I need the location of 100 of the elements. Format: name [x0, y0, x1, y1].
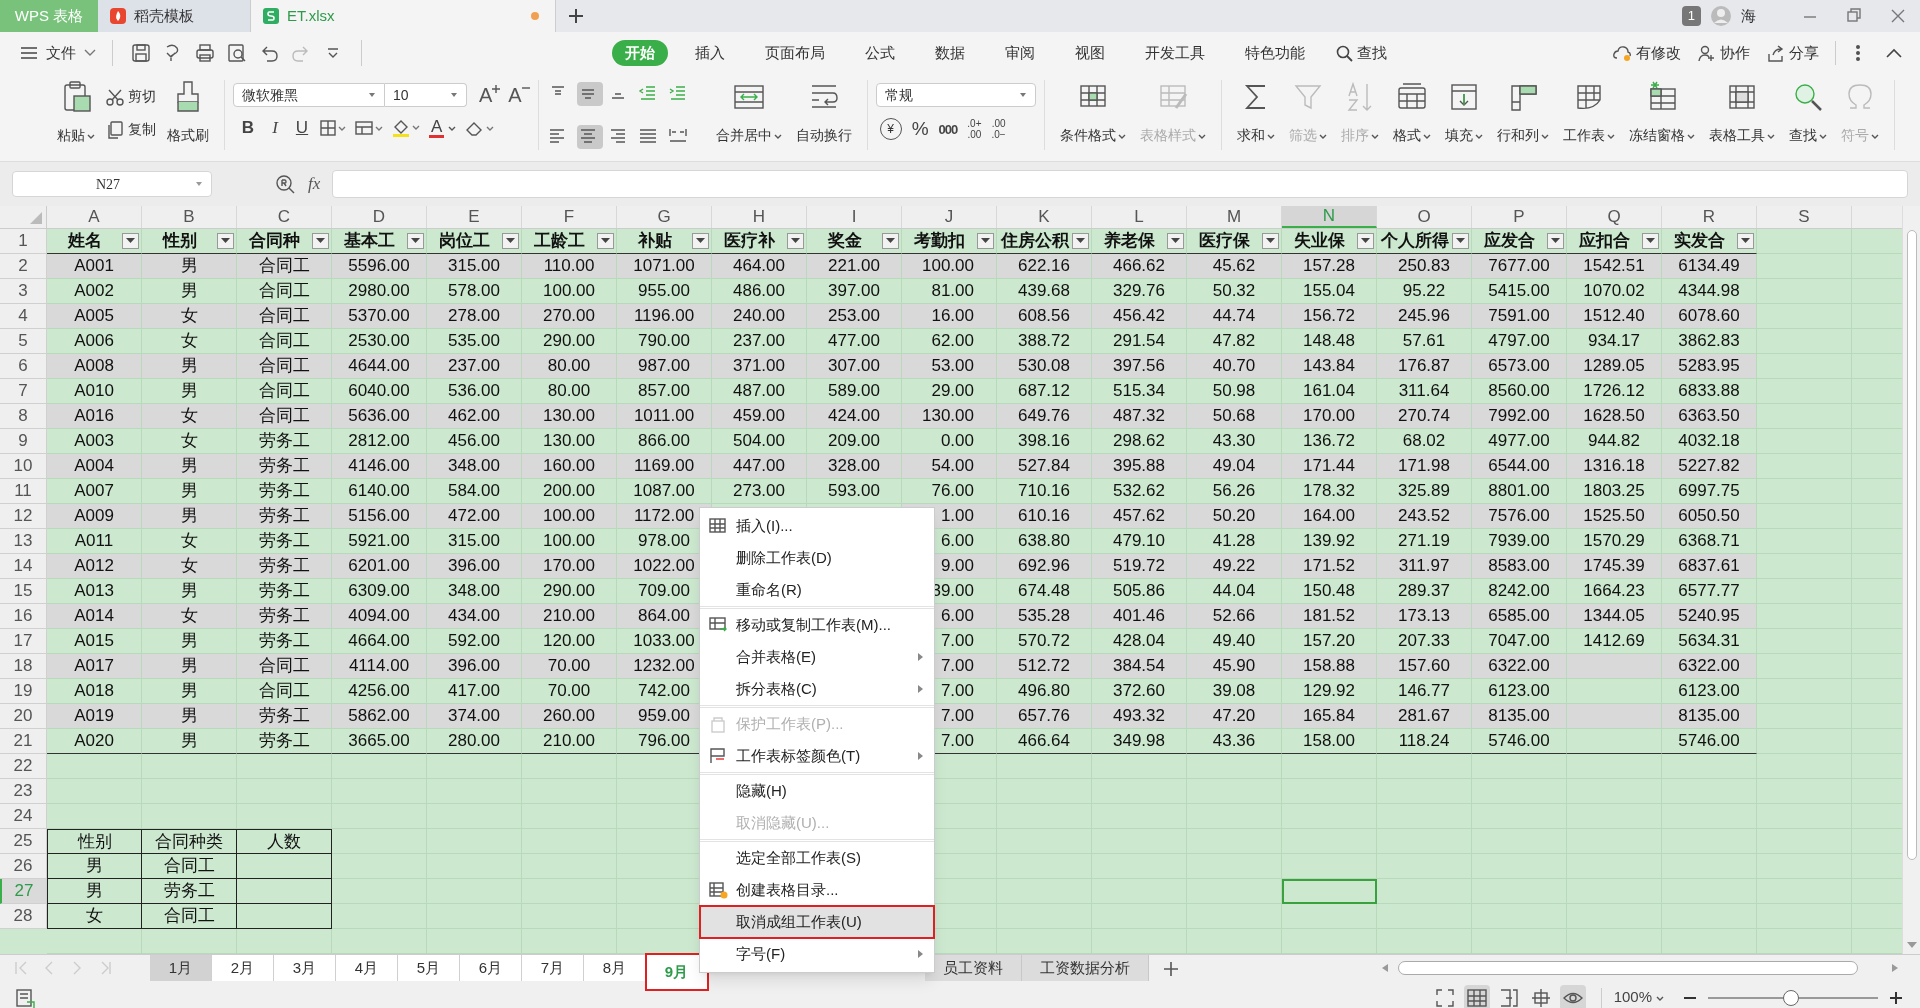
column-header[interactable]: D: [332, 206, 427, 228]
ribbon-tab[interactable]: 特色功能: [1232, 39, 1318, 67]
column-header[interactable]: G: [617, 206, 712, 228]
formula-input[interactable]: [332, 170, 1908, 198]
filter-dropdown-button[interactable]: [1642, 233, 1659, 249]
filter-dropdown-button[interactable]: [217, 233, 234, 249]
sheet-tab[interactable]: 1月: [150, 955, 212, 981]
format-painter-button[interactable]: 格式刷: [160, 80, 216, 146]
normal-view-icon[interactable]: [1463, 984, 1490, 1008]
sheet-tab[interactable]: 员工资料: [925, 955, 1022, 981]
conditional-format-button[interactable]: 条件格式: [1052, 80, 1133, 146]
ribbon-tab[interactable]: 数据: [922, 39, 978, 67]
filter-dropdown-button[interactable]: [502, 233, 519, 249]
freeze-panes-button[interactable]: 冻结窗格: [1621, 80, 1702, 146]
zoom-level-button[interactable]: 100%: [1613, 986, 1664, 1008]
font-size-field[interactable]: 10: [385, 83, 467, 107]
row-header[interactable]: 22: [0, 754, 47, 779]
font-color-button[interactable]: A: [429, 117, 457, 138]
row-header[interactable]: 8: [0, 404, 47, 429]
row-header[interactable]: 13: [0, 529, 47, 554]
filter-dropdown-button[interactable]: [1357, 233, 1374, 249]
rows-columns-button[interactable]: 行和列: [1489, 80, 1556, 146]
bold-button[interactable]: B: [239, 115, 257, 141]
row-header[interactable]: 10: [0, 454, 47, 479]
row-header[interactable]: 12: [0, 504, 47, 529]
sheet-tab[interactable]: 3月: [274, 955, 336, 981]
align-center-icon[interactable]: [576, 124, 603, 149]
row-header[interactable]: 3: [0, 279, 47, 304]
row-header[interactable]: 26: [0, 854, 47, 879]
sheet-tab[interactable]: 8月: [584, 955, 646, 981]
row-header[interactable]: 11: [0, 479, 47, 504]
print-preview-icon[interactable]: [227, 43, 247, 63]
share-button[interactable]: 分享: [1766, 41, 1819, 65]
sheet-tab[interactable]: 6月: [460, 955, 522, 981]
underline-button[interactable]: U: [293, 115, 311, 141]
format-button[interactable]: 格式: [1385, 80, 1438, 146]
name-box[interactable]: N27: [12, 171, 212, 197]
table-tools-button[interactable]: 表格工具: [1701, 80, 1782, 146]
align-middle-icon[interactable]: [576, 82, 603, 106]
filter-dropdown-button[interactable]: [1167, 233, 1184, 249]
column-header[interactable]: L: [1092, 206, 1187, 228]
ribbon-tab[interactable]: 页面布局: [752, 39, 838, 67]
column-header[interactable]: S: [1757, 206, 1852, 228]
find-button[interactable]: 查找: [1781, 80, 1834, 146]
macro-icon[interactable]: [14, 986, 36, 1008]
row-header[interactable]: 28: [0, 904, 47, 929]
filter-dropdown-button[interactable]: [312, 233, 329, 249]
number-format-field[interactable]: 常规: [875, 83, 1036, 107]
function-button[interactable]: fx: [308, 171, 321, 197]
row-header[interactable]: 19: [0, 679, 47, 704]
sheet-tab[interactable]: 4月: [336, 955, 398, 981]
shrink-font-button[interactable]: A: [508, 85, 530, 105]
row-header[interactable]: 14: [0, 554, 47, 579]
sheet-tab[interactable]: 工资数据分析: [1022, 955, 1149, 981]
column-header[interactable]: E: [427, 206, 522, 228]
ribbon-tab[interactable]: 插入: [682, 39, 738, 67]
increase-decimal-button[interactable]: .0+ .00: [967, 118, 982, 141]
row-header[interactable]: 5: [0, 329, 47, 354]
search-button[interactable]: 查找: [1336, 41, 1387, 65]
borders-icon[interactable]: [320, 118, 346, 137]
paste-button[interactable]: 粘贴: [50, 80, 102, 146]
title-tab[interactable]: 稻壳模板: [98, 0, 250, 32]
row-header[interactable]: 23: [0, 779, 47, 804]
filter-dropdown-button[interactable]: [882, 233, 899, 249]
worksheet-button[interactable]: 工作表: [1555, 80, 1622, 146]
sheet-tab[interactable]: 9月: [646, 954, 708, 990]
menu-item[interactable]: 取消成组工作表(U): [700, 906, 934, 938]
column-header[interactable]: I: [807, 206, 902, 228]
filter-dropdown-button[interactable]: [787, 233, 804, 249]
column-header[interactable]: Q: [1567, 206, 1662, 228]
column-header[interactable]: K: [997, 206, 1092, 228]
row-header[interactable]: 15: [0, 579, 47, 604]
ribbon-tab[interactable]: 开发工具: [1132, 39, 1218, 67]
column-header[interactable]: H: [712, 206, 807, 228]
column-header[interactable]: B: [142, 206, 237, 228]
row-header[interactable]: 6: [0, 354, 47, 379]
menu-item[interactable]: 移动或复制工作表(M)...: [700, 606, 934, 641]
copy-button[interactable]: 复制: [106, 119, 156, 140]
column-header[interactable]: C: [237, 206, 332, 228]
wrap-text-button[interactable]: 自动换行: [788, 80, 859, 146]
row-header[interactable]: 7: [0, 379, 47, 404]
italic-button[interactable]: I: [266, 115, 284, 141]
row-header[interactable]: 9: [0, 429, 47, 454]
row-header[interactable]: 17: [0, 629, 47, 654]
sheet-tab[interactable]: 7月: [522, 955, 584, 981]
zoom-slider-thumb[interactable]: [1783, 989, 1800, 1006]
filter-dropdown-button[interactable]: [407, 233, 424, 249]
row-header[interactable]: 24: [0, 804, 47, 829]
filter-dropdown-button[interactable]: [1452, 233, 1469, 249]
row-header[interactable]: 4: [0, 304, 47, 329]
sheet-tab[interactable]: 2月: [212, 955, 274, 981]
filter-dropdown-button[interactable]: [122, 233, 139, 249]
filter-dropdown-button[interactable]: [692, 233, 709, 249]
filter-dropdown-button[interactable]: [1072, 233, 1089, 249]
percent-button[interactable]: %: [911, 115, 929, 144]
row-header[interactable]: 1: [0, 229, 47, 254]
filter-dropdown-button[interactable]: [597, 233, 614, 249]
fill-button[interactable]: 填充: [1437, 80, 1490, 146]
menu-item[interactable]: 隐藏(H): [700, 772, 934, 807]
row-header[interactable]: 2: [0, 254, 47, 279]
